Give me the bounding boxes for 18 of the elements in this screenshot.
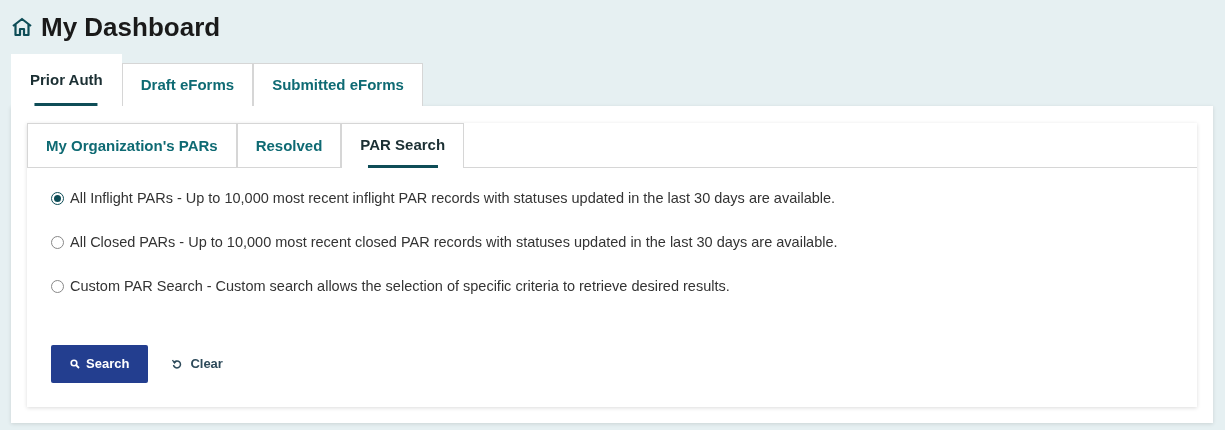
clear-button[interactable]: Clear — [164, 345, 231, 383]
option-label: All Closed PARs - Up to 10,000 most recent closed PAR records with statuses updated in the last 30 days are available. — [70, 232, 838, 252]
tab[interactable]: My Organization's PARs — [27, 122, 237, 167]
tab[interactable]: Prior Auth — [11, 54, 122, 106]
tab[interactable]: Draft eForms — [121, 63, 254, 106]
tab[interactable]: Resolved — [236, 122, 342, 167]
home-icon[interactable] — [11, 17, 33, 37]
option-label: All Inflight PARs - Up to 10,000 most recent inflight PAR records with statuses updated in the last 30 days are available. — [70, 189, 836, 208]
reset-icon — [172, 359, 183, 369]
option-label: Custom PAR Search - Custom search allows the selection of specific criteria to retrieve desired results. — [70, 276, 730, 296]
tab[interactable]: PAR Search — [341, 122, 465, 168]
radio-button[interactable] — [51, 279, 64, 293]
search-button[interactable]: Search — [51, 345, 149, 383]
page-title: My Dashboard — [41, 14, 221, 40]
radio-button[interactable] — [51, 192, 64, 206]
radio-button[interactable] — [51, 236, 64, 250]
search-icon — [70, 359, 80, 369]
tab[interactable]: Submitted eForms — [253, 63, 423, 106]
